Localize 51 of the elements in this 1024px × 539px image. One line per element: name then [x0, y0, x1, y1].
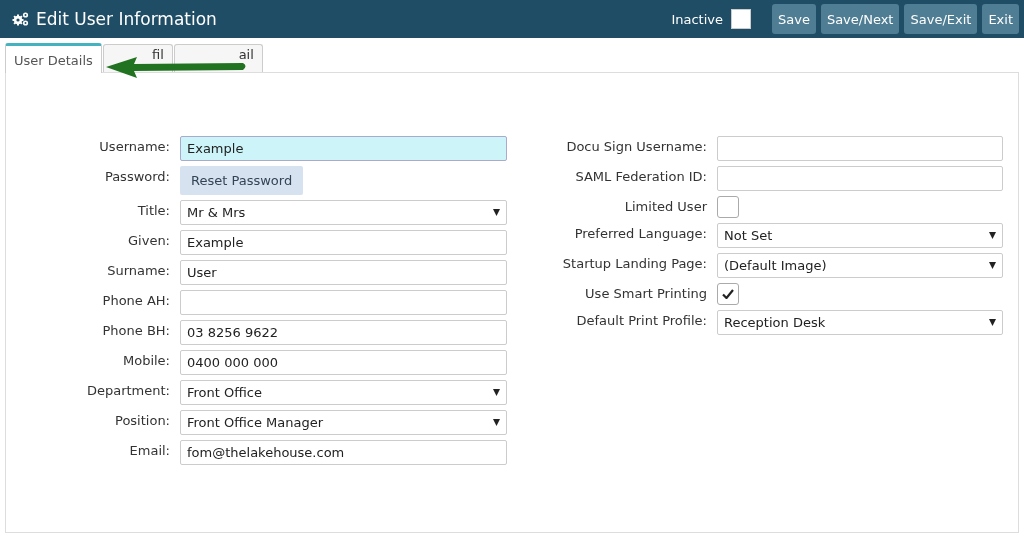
field-label: Given:: [127, 232, 170, 248]
dropdown[interactable]: Mr & Mrs: [180, 200, 507, 225]
dropdown[interactable]: Front Office Manager: [180, 410, 507, 435]
field-label: Email:: [128, 442, 170, 458]
field-label: Position:: [114, 412, 170, 428]
reset-password-button[interactable]: Reset Password: [180, 166, 304, 195]
caret-icon: [989, 232, 996, 239]
caret-icon: [493, 419, 500, 426]
field-label: Use Smart Printing: [584, 285, 707, 301]
checkbox[interactable]: [717, 196, 739, 218]
field-label: Startup Landing Page:: [561, 255, 707, 271]
inactive-label: Inactive: [671, 11, 723, 27]
field-label: Surname:: [106, 262, 170, 278]
field-label: Phone AH:: [101, 292, 170, 308]
tab[interactable]: User Details: [5, 43, 102, 73]
text-field[interactable]: 03 8256 9622: [180, 320, 507, 345]
field-label: Title:: [136, 202, 170, 218]
checkmark-icon: [722, 289, 734, 299]
text-field[interactable]: [717, 166, 1003, 191]
text-field[interactable]: Example: [180, 230, 507, 255]
text-field[interactable]: [717, 136, 1003, 161]
field-label: Username:: [98, 138, 170, 154]
checkbox[interactable]: [717, 283, 739, 305]
field-label: Preferred Language:: [573, 225, 707, 241]
caret-icon: [989, 319, 996, 326]
gears-icon: [12, 11, 30, 27]
field-label: Password:: [103, 168, 170, 184]
text-field[interactable]: 0400 000 000: [180, 350, 507, 375]
header-button[interactable]: Exit: [982, 4, 1019, 34]
caret-icon: [493, 209, 500, 216]
field-label: SAML Federation ID:: [574, 168, 707, 184]
field-label: Docu Sign Username:: [565, 138, 707, 154]
dropdown[interactable]: Reception Desk: [717, 310, 1003, 335]
text-field[interactable]: User: [180, 260, 507, 285]
text-field[interactable]: fom@thelakehouse.com: [180, 440, 507, 465]
field-label: Default Print Profile:: [575, 312, 707, 328]
header-button[interactable]: Save/Next: [820, 4, 900, 34]
field-label: Mobile:: [121, 352, 170, 368]
text-field[interactable]: Example: [180, 136, 507, 161]
caret-icon: [493, 389, 500, 396]
dropdown[interactable]: Front Office: [180, 380, 507, 405]
field-label: Phone BH:: [101, 322, 170, 338]
caret-icon: [989, 262, 996, 269]
window-title: Edit User Information: [36, 9, 218, 29]
dropdown[interactable]: Not Set: [717, 223, 1003, 248]
header-button[interactable]: Save: [771, 4, 816, 34]
field-label: Limited User: [623, 198, 707, 214]
field-label: Department:: [85, 382, 170, 398]
dropdown[interactable]: (Default Image): [717, 253, 1003, 278]
text-field[interactable]: [180, 290, 507, 315]
header-button[interactable]: Save/Exit: [904, 4, 978, 34]
